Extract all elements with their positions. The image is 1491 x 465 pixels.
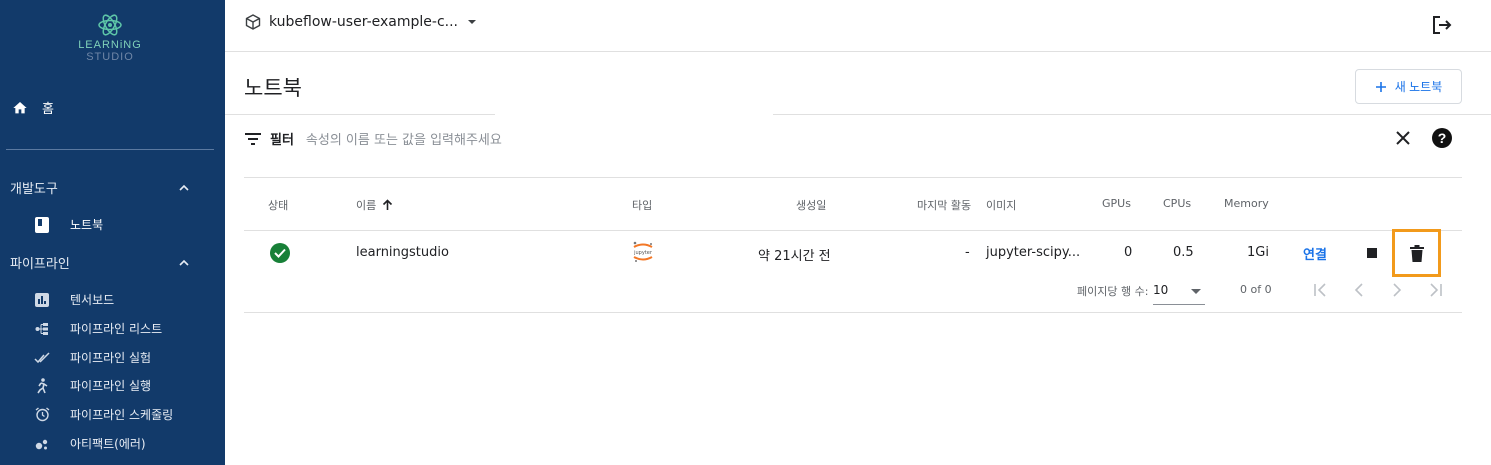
sidebar-item-label: 텐서보드 — [70, 293, 115, 307]
section-label: 파이프라인 — [10, 257, 70, 272]
table-border — [244, 177, 1462, 178]
sidebar-item-label: 파이프라인 실험 — [70, 351, 152, 365]
sidebar-item-label: 아티팩트(에러) — [70, 437, 146, 451]
table-border — [244, 312, 1462, 313]
plus-icon — [1375, 81, 1386, 92]
sidebar-divider — [6, 149, 214, 150]
column-header-last-activity[interactable]: 마지막 활동 — [917, 197, 971, 213]
column-header-label: 이름 — [356, 199, 377, 212]
app-logo[interactable]: LEARNiNG STUDIO — [70, 12, 150, 63]
logout-button[interactable] — [1431, 15, 1453, 39]
first-page-button[interactable] — [1311, 281, 1331, 299]
sidebar-item-artifacts[interactable]: 아티팩트(에러) — [34, 435, 146, 452]
filter-input[interactable]: 속성의 이름 또는 값을 입력해주세요 — [306, 129, 502, 148]
pagination-range: 0 of 0 — [1240, 283, 1272, 296]
namespace-selector[interactable]: kubeflow-user-example-c... — [245, 14, 478, 30]
memory-value: 1Gi — [1247, 245, 1269, 260]
sidebar-item-pipeline-list[interactable]: 파이프라인 리스트 — [34, 320, 162, 337]
logo-text-line1: LEARNiNG — [78, 39, 142, 51]
clear-filter-button[interactable] — [1396, 130, 1410, 149]
jupyter-icon: jupyter — [632, 240, 654, 268]
created-time: 약 21시간 전 — [758, 249, 831, 264]
chevron-up-icon — [179, 259, 189, 266]
top-bar: kubeflow-user-example-c... — [225, 0, 1491, 52]
cube-icon — [245, 14, 261, 30]
status-ready-icon — [270, 243, 290, 263]
filter-icon — [245, 132, 261, 145]
chevron-down-icon — [1191, 289, 1201, 294]
sidebar-section-devtools[interactable]: 개발도구 — [10, 178, 190, 197]
svg-text:jupyter: jupyter — [633, 250, 653, 256]
first-page-icon — [1314, 283, 1326, 297]
column-header-cpus[interactable]: CPUs — [1163, 197, 1191, 210]
column-header-status[interactable]: 상태 — [268, 197, 288, 213]
sidebar: LEARNiNG STUDIO 홈 개발도구 노트북 파이프라인 텐서보드 파이… — [0, 0, 225, 465]
sidebar-item-label: 파이프라인 실행 — [70, 379, 152, 393]
logout-icon — [1433, 16, 1452, 34]
sidebar-item-notebook[interactable]: 노트북 — [34, 216, 103, 233]
namespace-label: kubeflow-user-example-c... — [269, 14, 458, 30]
experiment-icon — [34, 350, 50, 366]
trash-icon — [1409, 244, 1424, 262]
last-page-icon — [1430, 283, 1442, 297]
sidebar-item-pipeline-run[interactable]: 파이프라인 실행 — [34, 377, 151, 394]
artifact-icon — [34, 436, 50, 452]
new-notebook-label: 새 노트북 — [1394, 80, 1443, 94]
notebook-name[interactable]: learningstudio — [356, 245, 449, 260]
sort-arrow-up-icon — [383, 199, 393, 210]
sidebar-item-pipeline-schedule[interactable]: 파이프라인 스케줄링 — [34, 406, 173, 423]
next-page-button[interactable] — [1387, 281, 1407, 299]
sidebar-item-home[interactable]: 홈 — [12, 98, 54, 117]
sidebar-item-pipeline-experiment[interactable]: 파이프라인 실험 — [34, 349, 151, 366]
atom-logo-icon — [98, 14, 122, 36]
column-header-gpus[interactable]: GPUs — [1102, 197, 1131, 210]
filter-label: 필터 — [270, 133, 294, 148]
cpus-value: 0.5 — [1173, 245, 1194, 260]
sidebar-item-label: 파이프라인 리스트 — [70, 322, 163, 336]
last-page-button[interactable] — [1425, 281, 1445, 299]
connect-button[interactable]: 연결 — [1303, 244, 1327, 263]
page-title: 노트북 — [244, 76, 302, 100]
home-icon — [13, 101, 27, 113]
dropdown-arrow-icon — [468, 20, 476, 24]
column-header-memory[interactable]: Memory — [1224, 197, 1269, 210]
sidebar-item-label: 파이프라인 스케줄링 — [70, 408, 174, 422]
run-icon — [34, 377, 50, 394]
chevron-up-icon — [179, 184, 189, 191]
last-activity: - — [965, 245, 970, 260]
filter-bar[interactable]: 필터 속성의 이름 또는 값을 입력해주세요 — [244, 129, 502, 148]
header-divider — [773, 114, 1491, 115]
alarm-icon — [34, 407, 50, 423]
column-header-image[interactable]: 이미지 — [986, 197, 1016, 213]
prev-page-button[interactable] — [1349, 281, 1369, 299]
rows-per-page-label: 페이지당 행 수: — [1077, 285, 1149, 298]
stop-icon[interactable] — [1367, 248, 1377, 258]
help-button[interactable]: ? — [1432, 128, 1452, 148]
new-notebook-button[interactable]: 새 노트북 — [1355, 69, 1462, 104]
logo-text-line2: STUDIO — [86, 51, 134, 63]
sidebar-section-pipeline[interactable]: 파이프라인 — [10, 253, 190, 272]
column-header-name[interactable]: 이름 — [356, 197, 393, 213]
header-divider — [225, 114, 495, 115]
table-border — [244, 230, 1462, 231]
gpus-value: 0 — [1124, 245, 1133, 260]
delete-button[interactable] — [1392, 229, 1441, 277]
pipeline-list-icon — [34, 321, 50, 337]
column-header-created[interactable]: 생성일 — [796, 197, 826, 213]
column-header-type[interactable]: 타입 — [632, 197, 652, 213]
rows-per-page-value: 10 — [1153, 283, 1169, 297]
close-icon — [1396, 131, 1410, 145]
sidebar-item-label: 홈 — [42, 102, 54, 117]
section-label: 개발도구 — [10, 182, 58, 197]
chevron-left-icon — [1354, 283, 1363, 297]
image-name: jupyter-scipy... — [986, 245, 1081, 260]
tensorboard-icon — [34, 292, 50, 308]
rows-per-page-select[interactable]: 10 — [1153, 283, 1205, 305]
chevron-right-icon — [1393, 283, 1402, 297]
notebook-icon — [34, 216, 50, 233]
sidebar-item-tensorboard[interactable]: 텐서보드 — [34, 291, 114, 308]
sidebar-item-label: 노트북 — [70, 218, 104, 232]
help-icon: ? — [1437, 130, 1447, 146]
